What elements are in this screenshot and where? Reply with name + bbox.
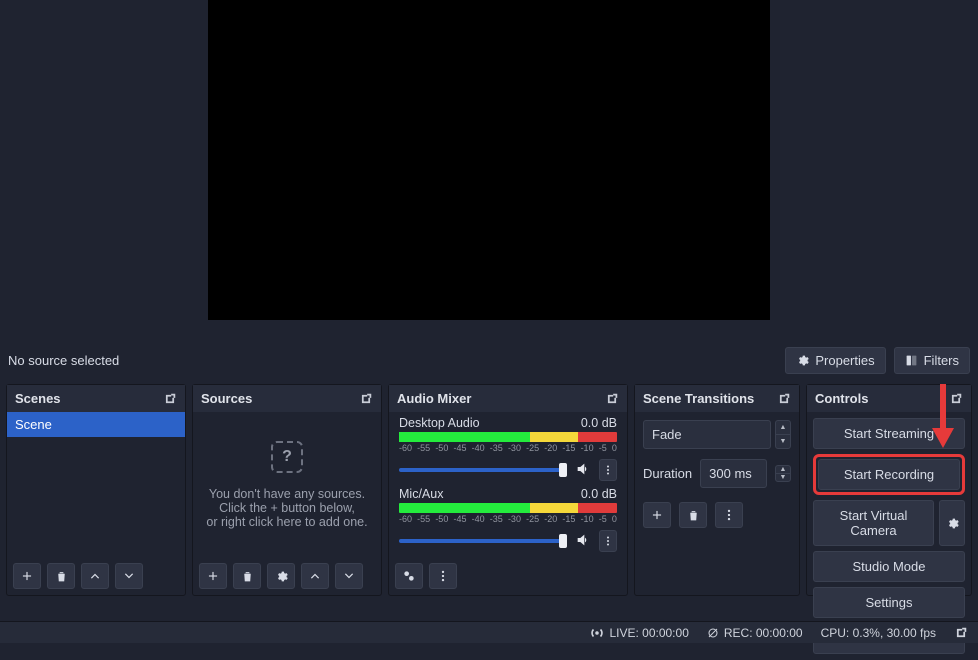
start-virtual-camera-button[interactable]: Start Virtual Camera bbox=[813, 500, 934, 546]
studio-mode-button[interactable]: Studio Mode bbox=[813, 551, 965, 582]
sources-empty-line: You don't have any sources. bbox=[209, 487, 365, 501]
remove-transition-button[interactable] bbox=[679, 502, 707, 528]
mixer-channel: Mic/Aux 0.0 dB -60-55-50-45-40-35-30-25-20… bbox=[389, 483, 627, 554]
chevron-down-icon bbox=[342, 569, 356, 583]
properties-label: Properties bbox=[815, 353, 874, 368]
vu-ticks: -60-55-50-45-40-35-30-25-20-15-10-50 bbox=[399, 514, 617, 524]
chevron-down-icon bbox=[122, 569, 136, 583]
status-live-label: LIVE: 00:00:00 bbox=[609, 626, 688, 640]
source-settings-button[interactable] bbox=[267, 563, 295, 589]
sources-title: Sources bbox=[201, 391, 252, 406]
gear-icon bbox=[946, 517, 959, 530]
gear-icon bbox=[796, 354, 809, 367]
annotation-highlight: Start Recording bbox=[813, 454, 965, 495]
status-cpu: CPU: 0.3%, 30.00 fps bbox=[821, 626, 936, 640]
popout-icon[interactable] bbox=[605, 392, 619, 406]
chevron-up-icon bbox=[308, 569, 322, 583]
duration-input[interactable]: 300 ms bbox=[700, 459, 767, 488]
sources-dock: Sources ? You don't have any sources. Cl… bbox=[192, 384, 382, 596]
filters-button[interactable]: Filters bbox=[894, 347, 970, 374]
source-down-button[interactable] bbox=[335, 563, 363, 589]
plus-icon bbox=[206, 569, 220, 583]
volume-slider[interactable] bbox=[399, 539, 567, 543]
audio-mixer-dock: Audio Mixer Desktop Audio 0.0 dB -60-55-50… bbox=[388, 384, 628, 596]
speaker-icon[interactable] bbox=[575, 532, 591, 551]
channel-db: 0.0 dB bbox=[581, 416, 617, 430]
duration-label: Duration bbox=[643, 466, 692, 481]
duration-spinner[interactable]: ▲▼ bbox=[775, 465, 791, 482]
volume-slider[interactable] bbox=[399, 468, 567, 472]
channel-db: 0.0 dB bbox=[581, 487, 617, 501]
sources-empty[interactable]: ? You don't have any sources. Click the … bbox=[193, 412, 381, 557]
add-scene-button[interactable] bbox=[13, 563, 41, 589]
status-rec-label: REC: 00:00:00 bbox=[724, 626, 803, 640]
channel-menu-button[interactable] bbox=[599, 459, 617, 481]
vu-meter bbox=[399, 503, 617, 513]
add-transition-button[interactable] bbox=[643, 502, 671, 528]
dots-vertical-icon bbox=[436, 569, 450, 583]
popout-icon[interactable] bbox=[777, 392, 791, 406]
dots-vertical-icon bbox=[722, 508, 736, 522]
sources-empty-line: or right click here to add one. bbox=[206, 515, 367, 529]
channel-name: Mic/Aux bbox=[399, 487, 443, 501]
mixer-menu-button[interactable] bbox=[429, 563, 457, 589]
source-up-button[interactable] bbox=[301, 563, 329, 589]
vu-ticks: -60-55-50-45-40-35-30-25-20-15-10-50 bbox=[399, 443, 617, 453]
scene-down-button[interactable] bbox=[115, 563, 143, 589]
channel-name: Desktop Audio bbox=[399, 416, 480, 430]
preview-canvas[interactable] bbox=[208, 0, 770, 320]
scene-item[interactable]: Scene bbox=[7, 412, 185, 437]
duration-value: 300 ms bbox=[709, 466, 752, 481]
transition-selected-label: Fade bbox=[652, 427, 682, 442]
plus-icon bbox=[650, 508, 664, 522]
trash-icon bbox=[241, 570, 254, 583]
transition-select-spinner[interactable]: ▲▼ bbox=[775, 420, 791, 449]
broadcast-icon bbox=[590, 626, 604, 640]
popout-icon[interactable] bbox=[359, 392, 373, 406]
mixer-advanced-button[interactable] bbox=[395, 563, 423, 589]
start-recording-button[interactable]: Start Recording bbox=[818, 459, 960, 490]
virtual-camera-settings-button[interactable] bbox=[939, 500, 965, 546]
properties-button[interactable]: Properties bbox=[785, 347, 885, 374]
trash-icon bbox=[687, 509, 700, 522]
scene-transitions-title: Scene Transitions bbox=[643, 391, 754, 406]
transition-menu-button[interactable] bbox=[715, 502, 743, 528]
remove-scene-button[interactable] bbox=[47, 563, 75, 589]
trash-icon bbox=[55, 570, 68, 583]
popout-icon[interactable] bbox=[163, 392, 177, 406]
channel-menu-button[interactable] bbox=[599, 530, 617, 552]
gear-icon bbox=[275, 570, 288, 583]
settings-button[interactable]: Settings bbox=[813, 587, 965, 618]
vu-meter bbox=[399, 432, 617, 442]
record-off-icon bbox=[707, 627, 719, 639]
filters-label: Filters bbox=[924, 353, 959, 368]
plus-icon bbox=[20, 569, 34, 583]
filters-icon bbox=[905, 354, 918, 367]
scene-up-button[interactable] bbox=[81, 563, 109, 589]
remove-source-button[interactable] bbox=[233, 563, 261, 589]
status-live: LIVE: 00:00:00 bbox=[590, 626, 688, 640]
status-bar: LIVE: 00:00:00 REC: 00:00:00 CPU: 0.3%, … bbox=[0, 621, 978, 643]
scenes-dock: Scenes Scene bbox=[6, 384, 186, 596]
scenes-title: Scenes bbox=[15, 391, 61, 406]
scene-transitions-dock: Scene Transitions Fade ▲▼ Duration 300 m… bbox=[634, 384, 800, 596]
sources-empty-line: Click the + button below, bbox=[219, 501, 355, 515]
controls-dock: Controls Start Streaming Start Recording… bbox=[806, 384, 972, 596]
add-source-button[interactable] bbox=[199, 563, 227, 589]
popout-icon[interactable] bbox=[949, 392, 963, 406]
no-source-label: No source selected bbox=[8, 353, 119, 368]
audio-mixer-title: Audio Mixer bbox=[397, 391, 471, 406]
transition-select[interactable]: Fade bbox=[643, 420, 771, 449]
speaker-icon[interactable] bbox=[575, 461, 591, 480]
chevron-up-icon bbox=[88, 569, 102, 583]
gears-icon bbox=[402, 569, 416, 583]
question-icon: ? bbox=[271, 441, 303, 473]
popout-icon[interactable] bbox=[954, 626, 968, 640]
status-cpu-label: CPU: 0.3%, 30.00 fps bbox=[821, 626, 936, 640]
status-rec: REC: 00:00:00 bbox=[707, 626, 803, 640]
mixer-channel: Desktop Audio 0.0 dB -60-55-50-45-40-35-30… bbox=[389, 412, 627, 483]
start-streaming-button[interactable]: Start Streaming bbox=[813, 418, 965, 449]
controls-title: Controls bbox=[815, 391, 868, 406]
